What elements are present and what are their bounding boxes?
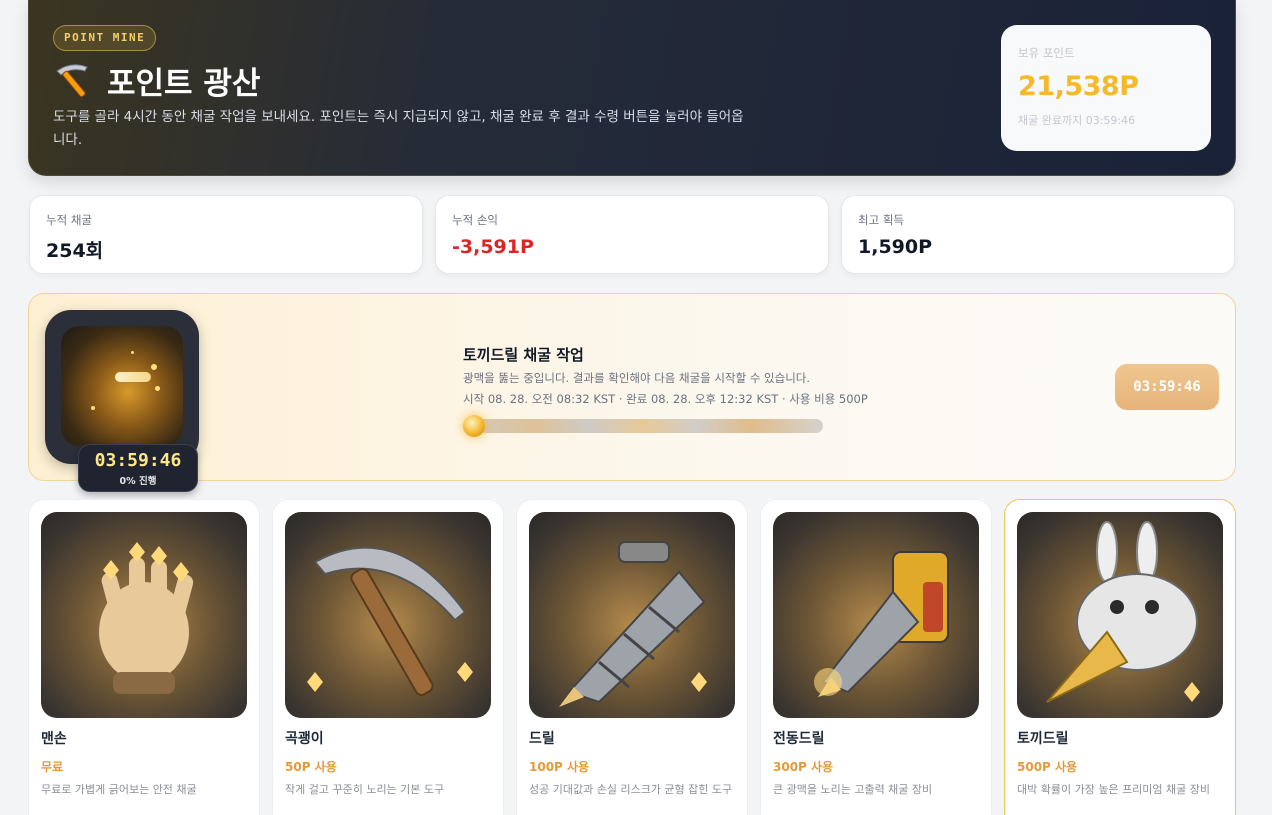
stat-card-total-profit: 누적 손익 -3,591P	[435, 195, 829, 274]
mine-animation-image	[61, 326, 183, 446]
tool-name: 곡괭이	[285, 731, 324, 747]
active-mining-job: 03:59:46 0% 진행 토끼드릴 채굴 작업 광맥을 뚫는 중입니다. 결…	[28, 293, 1236, 492]
drill-icon	[529, 512, 735, 718]
power-drill-icon	[773, 512, 979, 718]
stat-label: 최고 획득	[858, 213, 904, 227]
stat-label: 누적 손익	[452, 213, 498, 227]
hero-banner: POINT MINE 포인트 광산 도구를 골라 4시간 동안 채굴 작업을 보…	[28, 0, 1236, 176]
stat-card-best-gain: 최고 획득 1,590P	[841, 195, 1235, 274]
tool-description: 대박 확률이 가장 높은 프리미엄 채굴 장비	[1017, 783, 1211, 796]
claim-result-button[interactable]: 03:59:46	[1115, 364, 1219, 410]
tool-name: 드릴	[529, 731, 555, 747]
tool-list: 맨손 무료 무료로 가볍게 긁어보는 안전 채굴 곡괭이 50P 사용 작게 걸…	[28, 499, 1236, 815]
tool-description: 무료로 가볍게 긁어보는 안전 채굴	[41, 783, 197, 796]
rabbit-drill-icon	[1017, 512, 1223, 718]
balance-card: 보유 포인트 21,538P 채굴 완료까지 03:59:46	[1001, 25, 1211, 151]
stat-value: 1,590P	[858, 236, 933, 258]
progress-knob-icon	[463, 415, 485, 437]
job-progress-text: 0% 진행	[119, 476, 157, 487]
tool-cost: 무료	[41, 760, 64, 774]
balance-value: 21,538P	[1018, 71, 1139, 102]
hero-badge: POINT MINE	[53, 25, 157, 51]
tool-cost: 100P 사용	[529, 760, 590, 774]
stat-label: 누적 채굴	[46, 213, 92, 227]
job-preview-frame: 03:59:46 0% 진행	[45, 310, 199, 492]
tool-name: 맨손	[41, 731, 67, 747]
tool-description: 작게 걸고 꾸준히 노리는 기본 도구	[285, 783, 445, 796]
stat-value: -3,591P	[452, 236, 534, 258]
glove-icon	[41, 512, 247, 718]
tool-cost: 300P 사용	[773, 760, 834, 774]
job-title: 토끼드릴 채굴 작업	[463, 346, 584, 364]
tool-card-drill[interactable]: 드릴 100P 사용 성공 기대값과 손실 리스크가 균형 잡힌 도구	[516, 499, 748, 815]
tool-description: 성공 기대값과 손실 리스크가 균형 잡힌 도구	[529, 783, 733, 796]
job-progress-bar	[463, 419, 823, 433]
hero-description: 도구를 골라 4시간 동안 채굴 작업을 보내세요. 포인트는 즉시 지급되지 …	[53, 109, 744, 148]
job-meta: 시작 08. 28. 오전 08:32 KST · 완료 08. 28. 오후 …	[463, 392, 868, 406]
tool-cost: 50P 사용	[285, 760, 337, 774]
stat-card-total-mines: 누적 채굴 254회	[29, 195, 423, 274]
pickaxe-icon	[56, 64, 88, 98]
tool-name: 전동드릴	[773, 731, 825, 747]
tool-card-rabbit-drill[interactable]: 토끼드릴 500P 사용 대박 확률이 가장 높은 프리미엄 채굴 장비	[1004, 499, 1236, 815]
tool-card-pickaxe[interactable]: 곡괭이 50P 사용 작게 걸고 꾸준히 노리는 기본 도구	[272, 499, 504, 815]
tool-cost: 500P 사용	[1017, 760, 1078, 774]
tool-description: 큰 광맥을 노리는 고출력 채굴 장비	[773, 783, 933, 796]
page-title: 포인트 광산	[53, 58, 260, 102]
page-title-text: 포인트 광산	[107, 65, 261, 102]
pickaxe-icon	[285, 512, 491, 718]
job-timer: 03:59:46	[94, 450, 182, 471]
balance-label: 보유 포인트	[1018, 46, 1075, 60]
tool-name: 토끼드릴	[1017, 731, 1069, 747]
job-description: 광맥을 뚫는 중입니다. 결과를 확인해야 다음 채굴을 시작할 수 있습니다.	[463, 371, 811, 385]
tool-card-bare-hand[interactable]: 맨손 무료 무료로 가볍게 긁어보는 안전 채굴	[28, 499, 260, 815]
tool-card-power-drill[interactable]: 전동드릴 300P 사용 큰 광맥을 노리는 고출력 채굴 장비	[760, 499, 992, 815]
job-timer-pill: 03:59:46 0% 진행	[78, 444, 198, 492]
stat-value: 254회	[46, 240, 104, 262]
balance-countdown: 채굴 완료까지 03:59:46	[1018, 114, 1136, 127]
